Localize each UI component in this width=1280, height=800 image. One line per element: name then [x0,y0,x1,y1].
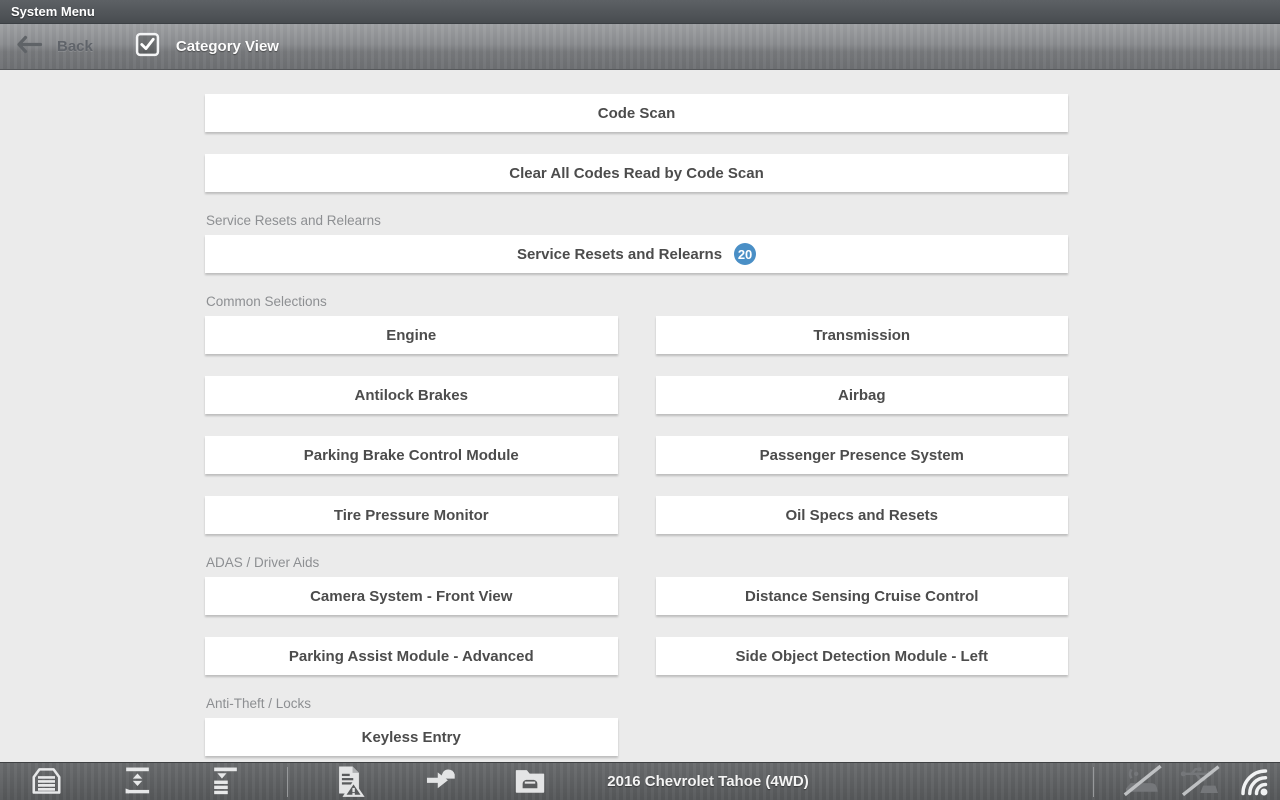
back-button[interactable]: Back [16,35,93,59]
menu-button-parking-brake-control-module[interactable]: Parking Brake Control Module [205,436,618,474]
menu-button-passenger-presence-system[interactable]: Passenger Presence System [656,436,1069,474]
menu-button-antilock-brakes[interactable]: Antilock Brakes [205,376,618,414]
menu-button-keyless-entry[interactable]: Keyless Entry [205,718,618,756]
button-label: Tire Pressure Monitor [334,507,489,524]
button-label: Clear All Codes Read by Code Scan [509,165,764,182]
menu-button-engine[interactable]: Engine [205,316,618,354]
menu-button-camera-system-front-view[interactable]: Camera System - Front View [205,577,618,615]
back-arrow-icon [16,35,43,59]
menu-button-parking-assist-module-advanced[interactable]: Parking Assist Module - Advanced [205,637,618,675]
menu-button-clear-all-codes[interactable]: Clear All Codes Read by Code Scan [205,154,1068,192]
category-view-toggle[interactable]: Category View [135,32,279,62]
section-heading-service-resets: Service Resets and Relearns [206,214,1068,228]
usb-connection-icon [1178,763,1222,800]
button-label: Airbag [838,387,886,404]
data-stack-icon [208,763,243,800]
vehicle-records-button[interactable] [510,763,550,800]
menu-button-airbag[interactable]: Airbag [656,376,1069,414]
menu-button-distance-sensing-cruise-control[interactable]: Distance Sensing Cruise Control [656,577,1069,615]
button-label: Transmission [813,327,910,344]
status-bar: 2016 Chevrolet Tahoe (4WD) [0,762,1280,800]
page-title: System Menu [11,4,95,19]
window-title-bar: System Menu [0,0,1280,24]
button-label: Oil Specs and Resets [785,507,938,524]
button-label: Distance Sensing Cruise Control [745,588,978,605]
count-badge: 20 [734,243,756,265]
wifi-icon [1232,762,1272,800]
section-heading-adas: ADAS / Driver Aids [206,556,1068,570]
button-label: Service Resets and Relearns [517,246,722,263]
garage-home-icon [29,763,64,800]
vehicle-records-icon [512,763,548,800]
back-button-label: Back [57,38,93,55]
checkbox-checked-icon [135,32,160,62]
button-label: Camera System - Front View [310,588,512,605]
button-label: Parking Assist Module - Advanced [289,648,534,665]
menu-button-tire-pressure-monitor[interactable]: Tire Pressure Monitor [205,496,618,534]
data-list-button[interactable] [205,763,245,800]
menu-button-oil-specs-and-resets[interactable]: Oil Specs and Resets [656,496,1069,534]
status-bar-divider [287,767,288,797]
connect-vehicle-icon [422,763,458,800]
menu-button-service-resets[interactable]: Service Resets and Relearns 20 [205,235,1068,273]
vci-status-indicator [1120,763,1166,800]
usb-status-indicator [1177,763,1223,800]
raise-vehicle-button[interactable] [117,763,157,800]
status-bar-divider [1093,767,1094,797]
code-report-icon [332,763,366,800]
toolbar: Back Category View [0,24,1280,70]
active-vehicle-label: 2016 Chevrolet Tahoe (4WD) [607,763,808,800]
button-label: Antilock Brakes [355,387,468,404]
button-label: Passenger Presence System [760,447,964,464]
button-label: Side Object Detection Module - Left [735,648,988,665]
section-heading-anti-theft-locks: Anti-Theft / Locks [206,697,1068,711]
system-menu-list: Code Scan Clear All Codes Read by Code S… [0,70,1280,800]
button-label: Parking Brake Control Module [304,447,519,464]
menu-button-transmission[interactable]: Transmission [656,316,1069,354]
category-view-label: Category View [176,38,279,55]
menu-button-side-object-detection-module-left[interactable]: Side Object Detection Module - Left [656,637,1069,675]
raise-vehicle-icon [120,763,155,800]
wifi-status-indicator [1232,763,1272,800]
vci-connection-icon [1121,763,1165,800]
button-label: Engine [386,327,436,344]
menu-button-code-scan[interactable]: Code Scan [205,94,1068,132]
button-label: Keyless Entry [362,729,461,746]
connect-vehicle-button[interactable] [420,763,460,800]
section-heading-common-selections: Common Selections [206,295,1068,309]
home-button[interactable] [26,763,66,800]
code-report-button[interactable] [329,763,369,800]
button-label: Code Scan [598,105,676,122]
